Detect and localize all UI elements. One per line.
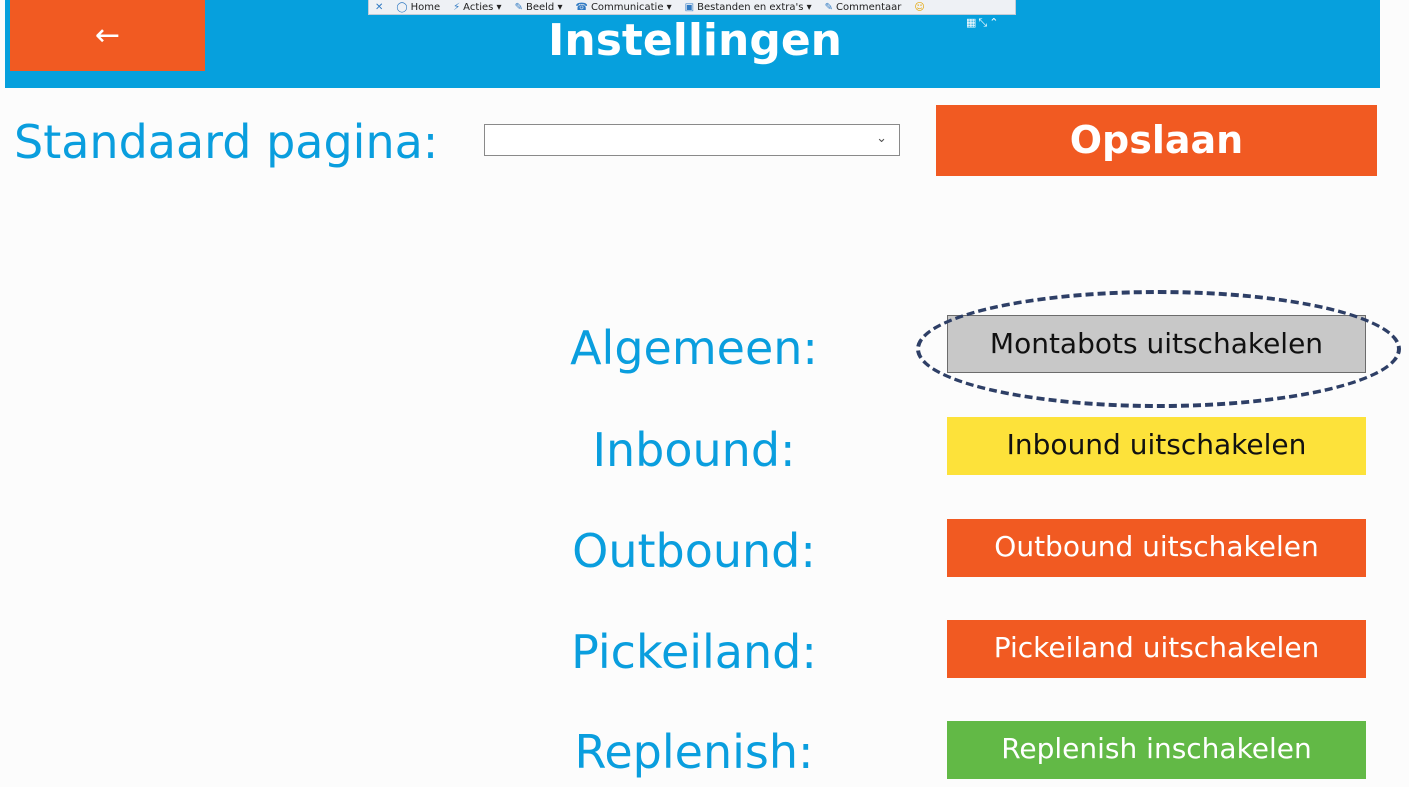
ribbon-home[interactable]: ◯ Home [396, 1, 440, 14]
ribbon-comment-label: Commentaar [836, 1, 902, 13]
ribbon-actions-label: Acties ▾ [463, 1, 502, 13]
ribbon-view-label: Beeld ▾ [525, 1, 563, 13]
default-page-label: Standaard pagina: [14, 115, 439, 169]
default-page-select[interactable]: ⌄ [484, 124, 900, 156]
ribbon-window-controls: ▦ ⤡ ⌃ [966, 15, 998, 31]
ribbon-actions[interactable]: ⚡ Acties ▾ [453, 1, 501, 14]
resize-icon[interactable]: ⤡ [978, 15, 987, 31]
communication-icon: ☎ [575, 1, 588, 13]
row-label-pickeiland: Pickeiland: [571, 625, 817, 679]
ribbon-files-label: Bestanden en extra's ▾ [697, 1, 812, 13]
inbound-toggle-button[interactable]: Inbound uitschakelen [947, 417, 1366, 475]
chevron-up-icon[interactable]: ⌃ [989, 15, 998, 31]
chevron-down-icon: ⌄ [876, 131, 887, 146]
ribbon-close[interactable]: ✕ [375, 1, 383, 14]
outbound-toggle-button[interactable]: Outbound uitschakelen [947, 519, 1366, 577]
comment-icon: ✎ [824, 1, 834, 13]
row-label-replenish: Replenish: [574, 725, 814, 779]
row-label-inbound: Inbound: [592, 423, 796, 477]
pickeiland-toggle-button[interactable]: Pickeiland uitschakelen [947, 620, 1366, 678]
ribbon-comment[interactable]: ✎ Commentaar [825, 1, 902, 14]
grid-icon[interactable]: ▦ [966, 15, 976, 31]
ribbon-view[interactable]: ✎ Beeld ▾ [515, 1, 563, 14]
replenish-toggle-button[interactable]: Replenish inschakelen [947, 721, 1366, 779]
row-label-outbound: Outbound: [572, 524, 816, 578]
ribbon-communication[interactable]: ☎ Communicatie ▾ [575, 1, 671, 14]
actions-icon: ⚡ [453, 1, 461, 13]
ribbon-toolbar: ✕ ◯ Home ⚡ Acties ▾ ✎ Beeld ▾ ☎ Communicatie… [368, 0, 1016, 15]
ribbon-home-label: Home [410, 1, 441, 13]
ribbon-files[interactable]: ▣ Bestanden en extra's ▾ [685, 1, 812, 14]
montabots-toggle-button[interactable]: Montabots uitschakelen [947, 315, 1366, 373]
home-icon: ◯ [396, 1, 408, 13]
files-icon: ▣ [684, 1, 695, 13]
page-title: Instellingen [548, 15, 842, 66]
ribbon-communication-label: Communicatie ▾ [590, 1, 672, 13]
smiley-icon: ☺ [914, 1, 925, 13]
view-icon: ✎ [514, 1, 523, 13]
close-icon: ✕ [375, 1, 384, 13]
ribbon-feedback[interactable]: ☺ [914, 1, 924, 14]
row-label-algemeen: Algemeen: [570, 321, 818, 375]
save-button[interactable]: Opslaan [936, 105, 1377, 176]
